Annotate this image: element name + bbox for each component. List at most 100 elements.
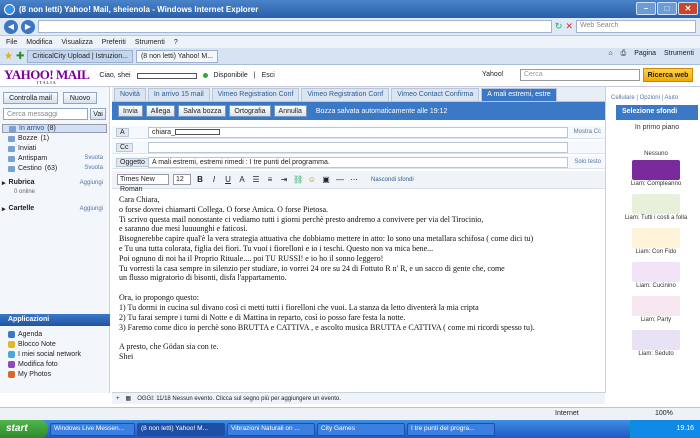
yahoo-mail-logo[interactable]: YAHOO! MAIL ITALIA [4,67,90,85]
search-go-button[interactable]: Vai [90,108,106,120]
cc-field[interactable] [148,142,568,153]
page-menu[interactable]: Pagina [634,50,656,58]
emoticon-icon[interactable]: ☺ [307,174,317,185]
close-button[interactable]: ✕ [678,2,698,15]
favorites-star-icon[interactable]: ★ [4,51,13,62]
indent-icon[interactable]: ⇥ [279,174,289,185]
folders-section[interactable]: ▸ Cartelle [2,205,34,213]
tools-menu[interactable]: Strumenti [664,50,694,58]
menu-view[interactable]: Visualizza [61,39,92,46]
logout-link[interactable]: Esci [262,72,275,79]
cc-label[interactable]: Cc [116,143,133,152]
task-citygames[interactable]: City Games [317,422,405,436]
tab-vimeo-3[interactable]: Vimeo Contact Confirma [391,88,480,101]
tab-vimeo-1[interactable]: Vimeo Registration Conf [211,88,300,101]
empty-trash-link[interactable]: Svuota [84,165,103,171]
applications-header[interactable]: Applicazioni [0,314,110,326]
bg-card-2[interactable]: Liam: Tutti i costi a folla [624,191,688,221]
attach-button[interactable]: Allega [145,105,176,117]
list-icon[interactable]: ≡ [265,174,275,185]
bg-card-6[interactable]: Liam: Seduto [624,327,688,357]
tab-inbox[interactable]: In arrivo 15 mail [147,88,210,101]
folder-sent[interactable]: Inviati [8,145,36,152]
app-my-photos[interactable]: My Photos [8,371,51,378]
tab-news[interactable]: Novità [114,88,146,101]
font-select[interactable]: Times New Roman [117,174,169,193]
more-icon[interactable]: ⋯ [349,174,359,185]
refresh-icon[interactable]: ↻ [555,21,563,32]
tab-vimeo-2[interactable]: Vimeo Registration Conf [301,88,390,101]
url-input[interactable] [38,20,552,33]
print-icon[interactable]: ⎙ [621,50,627,58]
text-color-icon[interactable]: A [237,174,247,185]
menu-help[interactable]: ? [174,39,178,46]
align-icon[interactable]: ☰ [251,174,261,185]
task-yahoo[interactable]: (8 non letti) Yahoo! M... [137,422,225,436]
task-tre-punti[interactable]: I tre punti del progra... [407,422,495,436]
task-messenger[interactable]: Windows Live Messen... [50,422,135,436]
show-cc-link[interactable]: Mostra Cc [574,129,601,135]
add-folder-link[interactable]: Aggiungi [80,206,103,212]
contacts-section[interactable]: ▸ Rubrica [2,179,35,187]
browser-tab-yahoo[interactable]: (8 non letti) Yahoo! M... [135,49,219,63]
home-icon[interactable]: ⌂ [608,50,612,58]
bg-card-3[interactable]: Liam: Con Fido [624,225,688,255]
folder-inbox[interactable]: In arrivo (8) [2,124,107,133]
cancel-button[interactable]: Annulla [273,105,307,117]
menu-file[interactable]: File [6,39,17,46]
forward-button[interactable]: ▶ [21,19,35,34]
top-links[interactable]: Cellulare | Opzioni | Aiuto [611,95,678,101]
add-contact-link[interactable]: Aggiungi [80,180,103,186]
bg-card-5[interactable]: Liam: Party [624,293,688,323]
add-favorites-icon[interactable]: ✚ [16,51,24,62]
italic-icon[interactable]: I [209,174,219,185]
save-draft-button[interactable]: Salva bozza [178,105,227,117]
search-messages-input[interactable]: Cerca messaggi [3,108,88,120]
web-search-button[interactable]: Ricerca web [643,68,693,82]
message-body[interactable]: Cara Chiara, o forse dovrei chiamarti Col… [112,191,605,391]
zoom-level[interactable]: 100% [655,410,673,417]
check-mail-button[interactable]: Controlla mail [3,92,58,104]
task-vibrazioni[interactable]: Vibrazioni Naturali on ... [227,422,315,436]
bold-icon[interactable]: B [195,174,205,185]
bg-card-4[interactable]: Liam: Cucinino [624,259,688,289]
menu-edit[interactable]: Modifica [26,39,52,46]
web-search-input[interactable]: Web Search [576,20,696,33]
back-button[interactable]: ◀ [4,19,18,34]
yahoo-search-label: Yahoo! [482,71,504,78]
minimize-button[interactable]: – [636,2,656,15]
folder-trash[interactable]: Cestino (63) [8,165,57,172]
app-photo-edit[interactable]: Modifica foto [8,361,58,368]
maximize-button[interactable]: □ [657,2,677,15]
status-text[interactable]: Disponibile [214,72,248,79]
folder-drafts[interactable]: Bozze (1) [8,135,49,142]
plain-text-link[interactable]: Solo testo [574,159,601,165]
send-button[interactable]: Invia [118,105,143,117]
calendar-icon[interactable]: ▦ [126,395,132,402]
subject-field[interactable]: A mali estremi, estremi rimedi : I tre p… [148,157,568,168]
link-icon[interactable]: ⛓ [293,174,303,185]
bg-card-1[interactable]: Liam: Compleanno [624,157,688,187]
yahoo-search-input[interactable]: Cerca [520,69,640,81]
add-event-icon[interactable]: + [116,396,120,402]
underline-icon[interactable]: U [223,174,233,185]
menu-tools[interactable]: Strumenti [135,39,165,46]
tab-compose[interactable]: A mali estremi, estre [481,88,557,101]
to-field[interactable]: chiara_ [148,127,568,138]
empty-spam-link[interactable]: Svuota [84,155,103,161]
app-notepad[interactable]: Blocco Note [8,341,56,348]
hide-backgrounds-link[interactable]: Nascondi sfondi [371,177,414,183]
spelling-button[interactable]: Ortografia [229,105,271,117]
app-calendar[interactable]: Agenda [8,331,42,338]
size-select[interactable]: 12 [173,174,191,185]
image-icon[interactable]: ▣ [321,174,331,185]
to-label[interactable]: A [116,128,129,137]
start-button[interactable]: start [0,420,48,438]
new-button[interactable]: Nuovo [63,92,97,104]
browser-tab-criticalcity[interactable]: CriticalCity Upload | Istruzion... [27,49,133,63]
hr-icon[interactable]: — [335,174,345,185]
menu-favorites[interactable]: Preferiti [102,39,126,46]
app-social[interactable]: I miei social network [8,351,81,358]
folder-spam[interactable]: Antispam [8,155,47,162]
stop-icon[interactable]: ✕ [565,21,573,32]
